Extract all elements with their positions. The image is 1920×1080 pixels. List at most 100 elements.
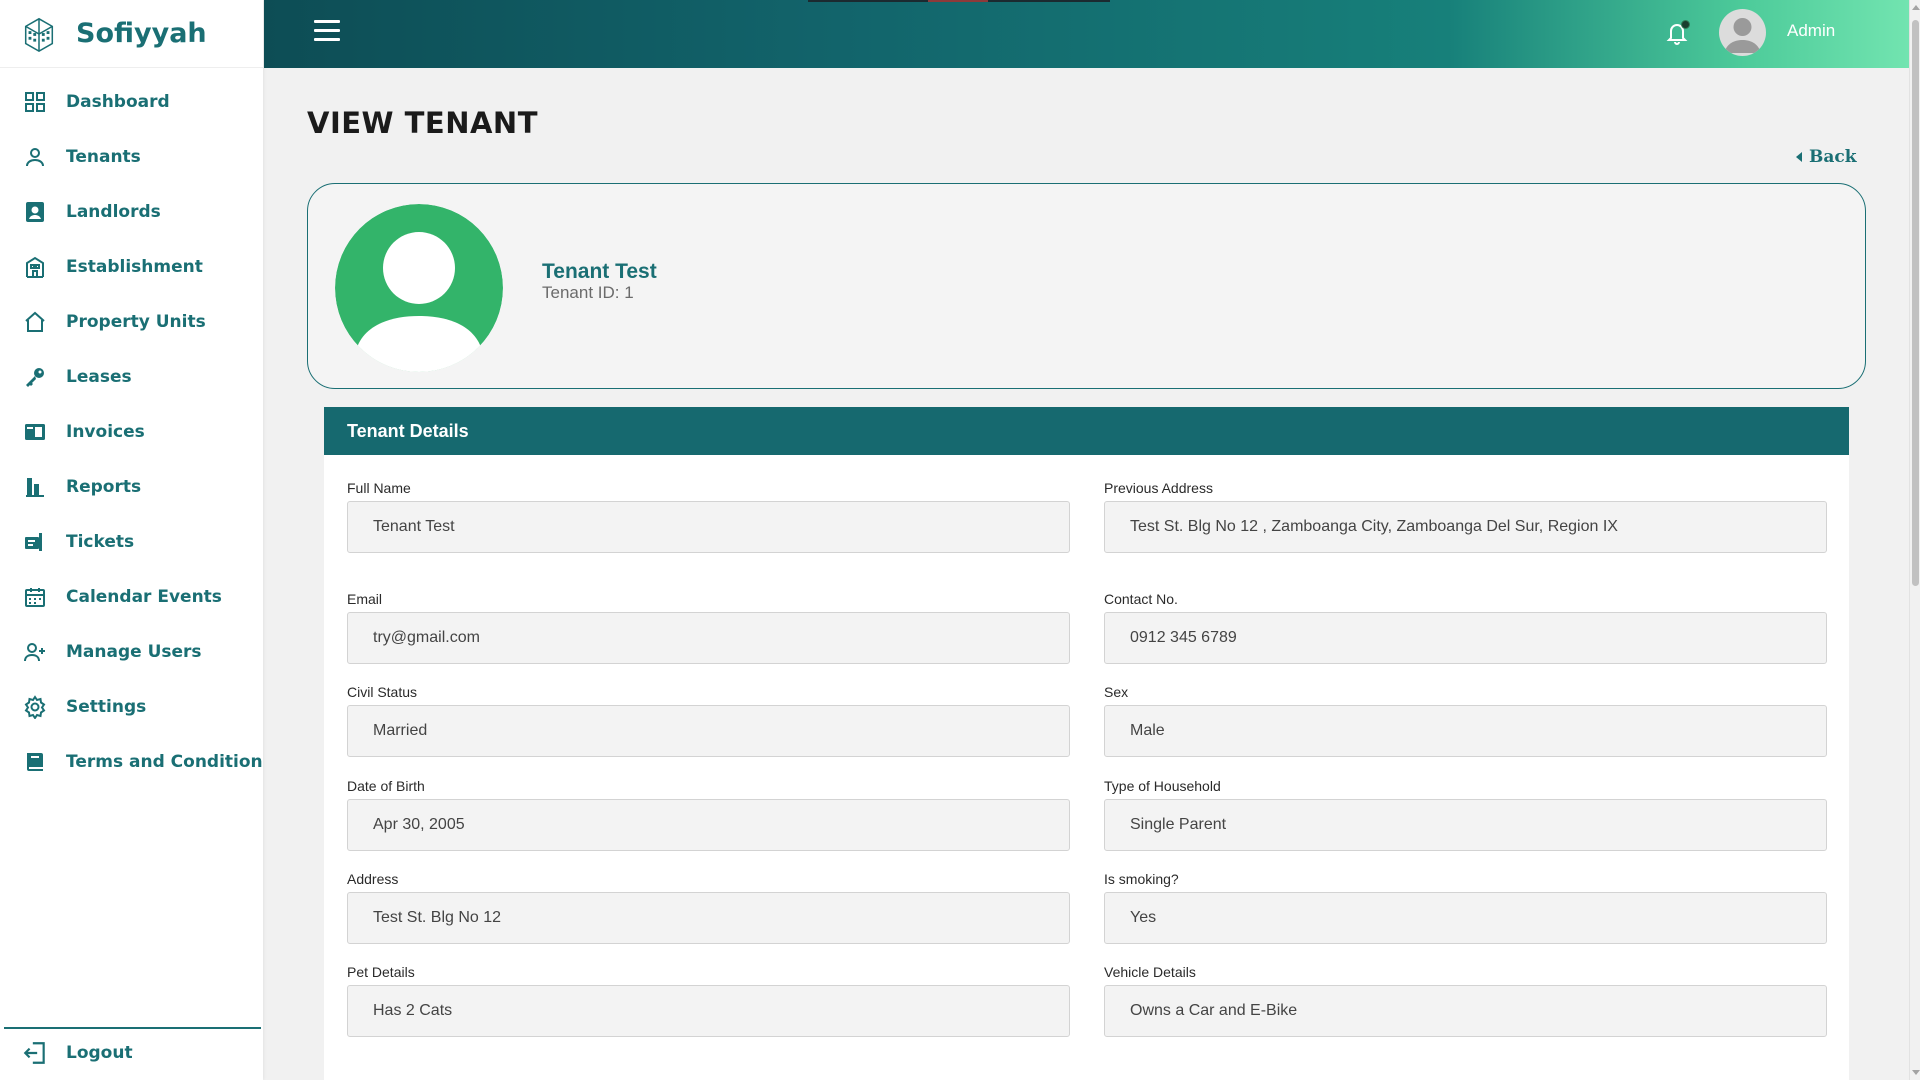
- logout-label: Logout: [66, 1043, 133, 1063]
- civil-status-field: Civil Status Married: [347, 684, 1070, 757]
- profile-card: Tenant Test Tenant ID: 1: [307, 183, 1866, 389]
- user-avatar[interactable]: [1719, 9, 1766, 56]
- dob-input[interactable]: Apr 30, 2005: [347, 799, 1070, 851]
- tenant-id: Tenant ID: 1: [542, 283, 634, 302]
- tenant-avatar-icon: [335, 204, 503, 372]
- field-label: Address: [347, 871, 399, 887]
- sidebar-item-label: Tickets: [66, 531, 135, 552]
- sidebar-item-leases[interactable]: Leases: [0, 349, 263, 404]
- logout-icon: [23, 1042, 45, 1064]
- sidebar-item-label: Invoices: [66, 421, 145, 442]
- scroll-down-arrow-icon[interactable]: [1912, 1070, 1920, 1075]
- sidebar-item-settings[interactable]: Settings: [0, 679, 263, 734]
- scrollbar-thumb[interactable]: [1912, 20, 1919, 586]
- sex-field: Sex Male: [1104, 684, 1827, 757]
- loading-bar: [808, 0, 1110, 2]
- calendar-icon: [22, 584, 48, 610]
- contact-input[interactable]: 0912 345 6789: [1104, 612, 1827, 664]
- sidebar-item-reports[interactable]: Reports: [0, 459, 263, 514]
- field-label: Pet Details: [347, 964, 415, 980]
- address-field: Address Test St. Blg No 12: [347, 871, 1070, 944]
- tenant-details-card: Tenant Details Full Name Tenant Test Pre…: [324, 407, 1849, 1080]
- building-icon: [22, 254, 48, 280]
- sidebar-item-dashboard[interactable]: Dashboard: [0, 74, 263, 129]
- sidebar-item-tickets[interactable]: Tickets: [0, 514, 263, 569]
- brand[interactable]: Sofiyyah: [0, 0, 263, 68]
- dashboard-grid-icon: [22, 89, 48, 115]
- sidebar-item-label: Establishment: [66, 256, 203, 277]
- field-label: Sex: [1104, 684, 1129, 700]
- scroll-up-arrow-icon[interactable]: [1912, 5, 1920, 10]
- sidebar-item-label: Tenants: [66, 146, 141, 167]
- top-bar: Admin: [264, 0, 1909, 68]
- sidebar-item-manage-users[interactable]: Manage Users: [0, 624, 263, 679]
- email-field: Email try@gmail.com: [347, 591, 1070, 664]
- user-name[interactable]: Admin: [1787, 21, 1835, 41]
- household-input[interactable]: Single Parent: [1104, 799, 1827, 851]
- field-label: Is smoking?: [1104, 871, 1179, 887]
- book-icon: [22, 749, 48, 775]
- gear-icon: [22, 694, 48, 720]
- full-name-input[interactable]: Tenant Test: [347, 501, 1070, 553]
- previous-address-field: Previous Address Test St. Blg No 12 , Za…: [1104, 480, 1827, 553]
- sidebar-item-terms[interactable]: Terms and Condition: [0, 734, 263, 789]
- sidebar: Sofiyyah Dashboard Tenants Landlords Est…: [0, 0, 263, 1080]
- sidebar-item-establishment[interactable]: Establishment: [0, 239, 263, 294]
- sidebar-item-invoices[interactable]: Invoices: [0, 404, 263, 459]
- sidebar-item-label: Calendar Events: [66, 586, 222, 607]
- vehicle-details-input[interactable]: Owns a Car and E-Bike: [1104, 985, 1827, 1037]
- email-input[interactable]: try@gmail.com: [347, 612, 1070, 664]
- sidebar-item-label: Terms and Condition: [66, 751, 263, 772]
- sidebar-item-label: Manage Users: [66, 641, 202, 662]
- invoice-icon: [22, 419, 48, 445]
- back-label: Back: [1809, 147, 1857, 167]
- field-label: Email: [347, 591, 383, 607]
- building-logo-icon: [24, 17, 54, 52]
- contact-field: Contact No. 0912 345 6789: [1104, 591, 1827, 664]
- home-icon: [22, 309, 48, 335]
- field-label: Contact No.: [1104, 591, 1178, 607]
- smoking-field: Is smoking? Yes: [1104, 871, 1827, 944]
- smoking-input[interactable]: Yes: [1104, 892, 1827, 944]
- logout-button[interactable]: Logout: [22, 1040, 133, 1066]
- sidebar-item-label: Property Units: [66, 311, 206, 332]
- sidebar-item-calendar-events[interactable]: Calendar Events: [0, 569, 263, 624]
- vehicle-details-field: Vehicle Details Owns a Car and E-Bike: [1104, 964, 1827, 1037]
- field-label: Previous Address: [1104, 480, 1213, 496]
- id-badge-icon: [22, 199, 48, 225]
- app-name: Sofiyyah: [76, 18, 207, 49]
- bar-chart-icon: [22, 474, 48, 500]
- sidebar-item-landlords[interactable]: Landlords: [0, 184, 263, 239]
- notification-bell-icon[interactable]: [1665, 20, 1690, 46]
- sex-input[interactable]: Male: [1104, 705, 1827, 757]
- sidebar-item-label: Leases: [66, 366, 132, 387]
- previous-address-input[interactable]: Test St. Blg No 12 , Zamboanga City, Zam…: [1104, 501, 1827, 553]
- dob-field: Date of Birth Apr 30, 2005: [347, 778, 1070, 851]
- menu-toggle-button[interactable]: [314, 20, 340, 44]
- back-link[interactable]: Back: [1796, 147, 1857, 167]
- field-label: Date of Birth: [347, 778, 425, 794]
- civil-status-input[interactable]: Married: [347, 705, 1070, 757]
- pet-details-input[interactable]: Has 2 Cats: [347, 985, 1070, 1037]
- notification-dot: [1681, 20, 1690, 29]
- field-label: Full Name: [347, 480, 411, 496]
- user-outline-icon: [22, 144, 48, 170]
- sidebar-item-label: Reports: [66, 476, 142, 497]
- sidebar-item-property-units[interactable]: Property Units: [0, 294, 263, 349]
- user-plus-icon: [22, 639, 48, 665]
- sidebar-item-label: Settings: [66, 696, 147, 717]
- ticket-icon: [22, 529, 48, 555]
- key-icon: [22, 364, 48, 390]
- field-label: Vehicle Details: [1104, 964, 1196, 980]
- field-label: Type of Household: [1104, 778, 1221, 794]
- caret-left-icon: [1796, 152, 1802, 162]
- section-header: Tenant Details: [324, 407, 1849, 455]
- sidebar-nav: Dashboard Tenants Landlords Establishmen…: [0, 74, 263, 789]
- field-label: Civil Status: [347, 684, 418, 700]
- page-scrollbar[interactable]: [1909, 0, 1920, 1080]
- sidebar-item-label: Dashboard: [66, 91, 170, 112]
- sidebar-divider: [4, 1027, 261, 1029]
- address-input[interactable]: Test St. Blg No 12: [347, 892, 1070, 944]
- sidebar-item-tenants[interactable]: Tenants: [0, 129, 263, 184]
- full-name-field: Full Name Tenant Test: [347, 480, 1070, 553]
